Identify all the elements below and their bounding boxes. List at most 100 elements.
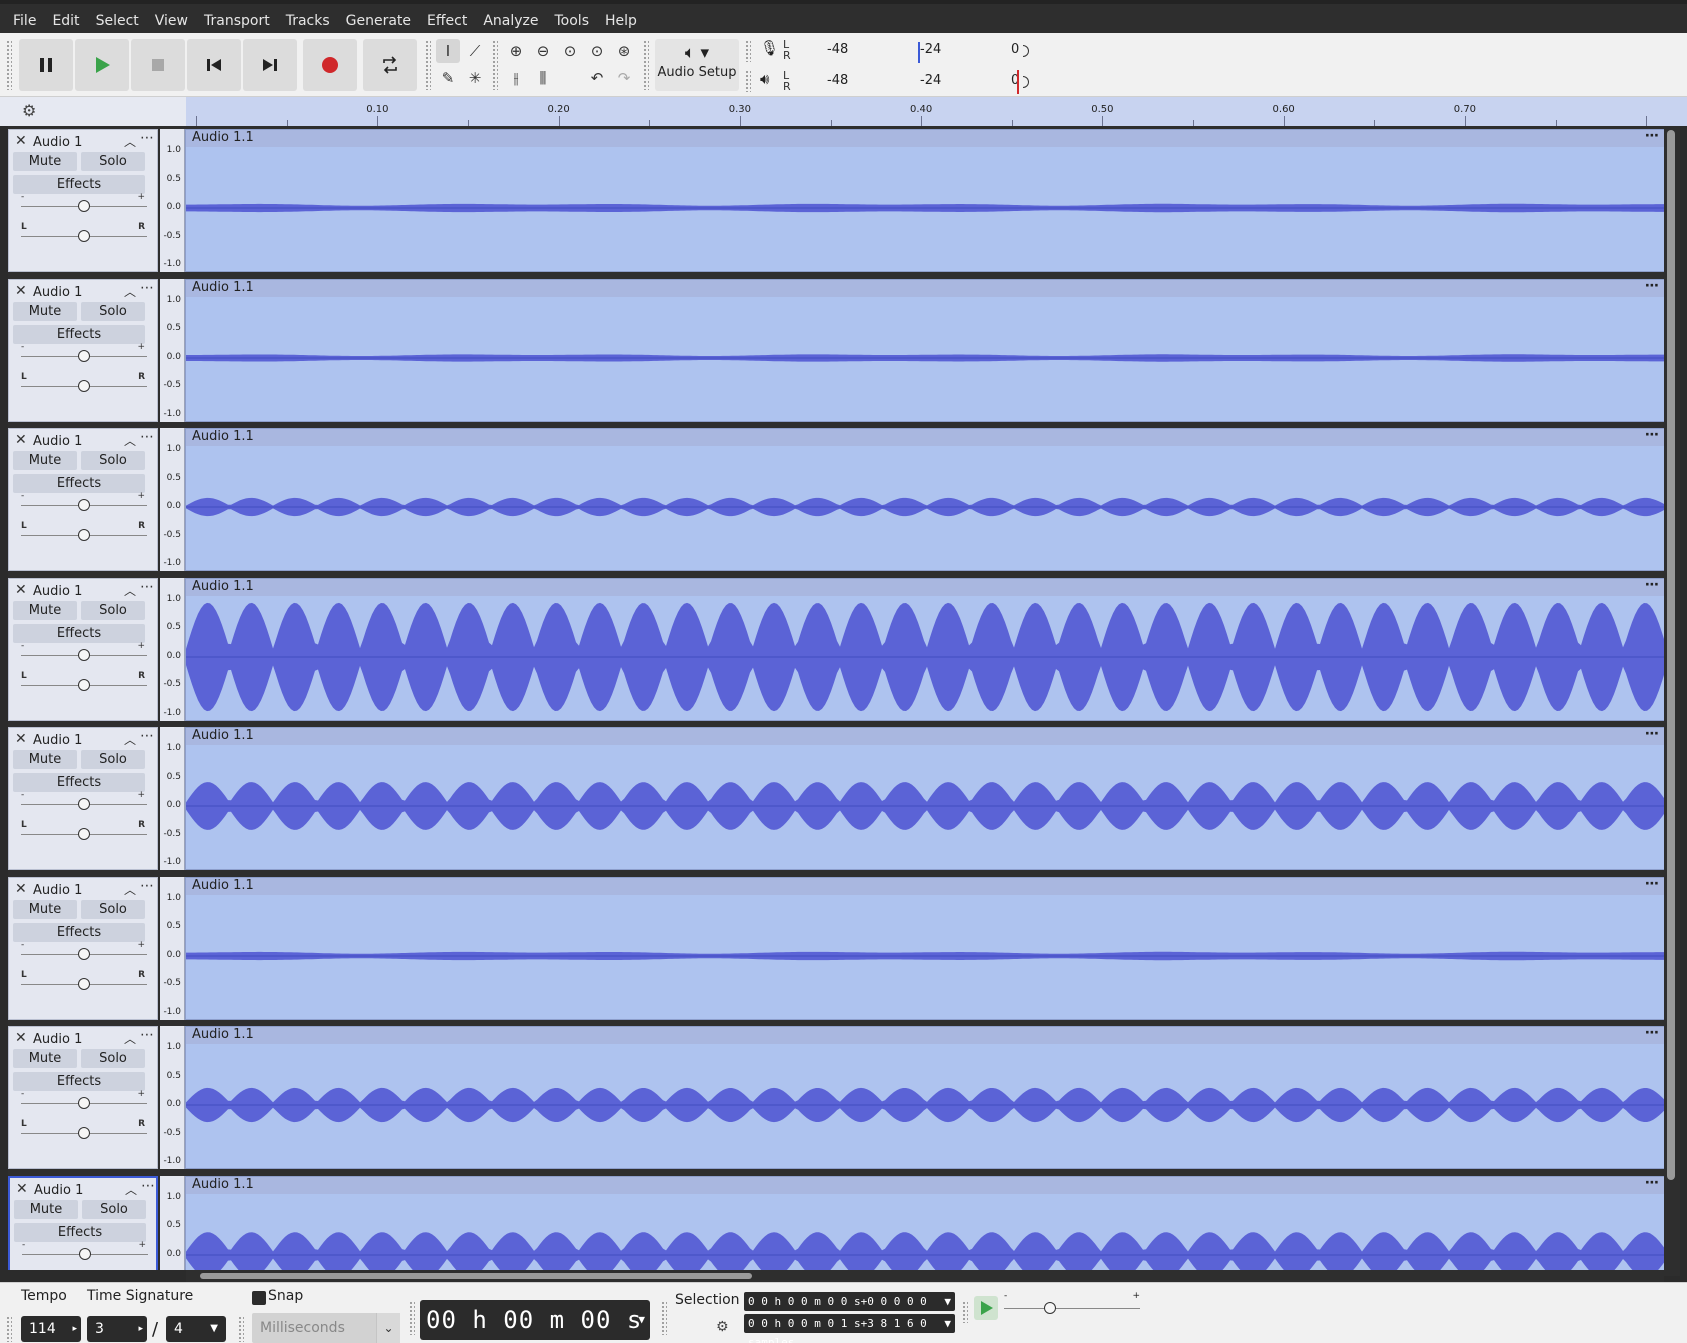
solo-button[interactable]: Solo [82,1199,146,1219]
zoom-toggle-icon[interactable]: ⊛ [612,39,636,63]
toolbar-grip[interactable] [492,40,498,90]
collapse-icon[interactable]: ︿ [124,1030,136,1047]
close-icon[interactable]: ✕ [15,881,27,897]
gain-slider[interactable]: - + [21,491,147,512]
toolbar-grip[interactable] [745,40,751,62]
toolbar-grip[interactable] [745,70,751,92]
gain-slider[interactable]: - + [22,1240,148,1261]
audio-setup-button[interactable]: 🔈︎ ▾ Audio Setup [655,39,739,91]
slider-knob[interactable] [78,349,90,362]
slider-knob[interactable] [78,828,90,840]
mute-button[interactable]: Mute [14,1199,78,1219]
audio-clip[interactable]: Audio 1.1 ⋯ [185,1025,1668,1169]
track-name[interactable]: Audio 1 [33,1032,82,1047]
toolbar-grip[interactable] [425,40,431,90]
pan-slider[interactable]: L R [21,820,147,841]
pan-slider[interactable]: L R [21,970,147,991]
menu-item-transport[interactable]: Transport [196,6,278,36]
fit-selection-icon[interactable]: ⊙ [558,39,582,63]
track-name[interactable]: Audio 1 [33,584,82,599]
slider-knob[interactable] [78,678,90,691]
audio-clip[interactable]: Audio 1.1 ⋯ [185,876,1668,1020]
slider-knob[interactable] [78,529,90,541]
scroll-thumb[interactable] [200,1273,752,1279]
close-icon[interactable]: ✕ [15,133,27,149]
trim-outside-icon[interactable]: ⫲ [504,66,528,90]
slider-knob[interactable] [78,977,90,990]
playback-meter[interactable]: -48 -24 0 [795,70,1039,98]
undo-icon[interactable]: ↶ [585,66,609,90]
gain-slider[interactable]: - + [21,940,147,961]
gear-icon[interactable]: ⚙ [716,1319,729,1335]
zoom-out-icon[interactable]: ⊖ [531,39,555,63]
envelope-tool-icon[interactable]: ⟋ [463,39,487,63]
close-icon[interactable]: ✕ [15,1030,27,1046]
audio-clip[interactable]: Audio 1.1 ⋯ [185,726,1668,870]
menu-item-help[interactable]: Help [597,6,645,36]
audio-clip[interactable]: Audio 1.1 ⋯ [185,427,1668,571]
menu-item-view[interactable]: View [147,6,196,36]
track-menu-icon[interactable]: ⋯ [140,1027,155,1043]
track-name[interactable]: Audio 1 [33,434,82,449]
collapse-icon[interactable]: ︿ [124,283,136,300]
mute-button[interactable]: Mute [13,451,77,470]
pan-slider[interactable]: L R [21,372,147,393]
toolbar-grip[interactable] [238,1316,244,1342]
track-name[interactable]: Audio 1 [33,285,82,300]
slider-knob[interactable] [79,1247,91,1260]
clip-menu-icon[interactable]: ⋯ [1645,876,1659,892]
menu-item-tracks[interactable]: Tracks [278,6,338,36]
mute-button[interactable]: Mute [13,152,77,171]
slider-knob[interactable] [78,499,90,511]
solo-button[interactable]: Solo [81,899,145,919]
track-menu-icon[interactable]: ⋯ [141,1178,156,1194]
slider-knob[interactable] [78,200,90,212]
audio-clip[interactable]: Audio 1.1 ⋯ [185,128,1668,272]
time-display[interactable]: 00 h 00 m 00 s ▼ [420,1300,650,1340]
track-control-panel[interactable]: ✕ Audio 1 ︿ ⋯ Mute Solo Effects - + L R [8,428,158,571]
loop-button[interactable] [363,39,417,91]
track-name[interactable]: Audio 1 [34,1183,83,1198]
collapse-icon[interactable]: ︿ [125,1181,137,1198]
timeline-ruler[interactable]: 0.10 0.20 0.30 0.40 0.50 0.60 0.70 [186,97,1687,126]
ts-numerator-input[interactable]: 3 ▸ [87,1316,147,1342]
pan-slider[interactable]: L R [21,1119,147,1140]
mute-button[interactable]: Mute [13,750,77,769]
clip-header[interactable]: Audio 1.1 ⋯ [186,1025,1667,1044]
toolbar-grip[interactable] [661,1301,667,1335]
fit-project-icon[interactable]: ⊙ [585,39,609,63]
track-menu-icon[interactable]: ⋯ [140,130,155,146]
skip-to-start-button[interactable] [187,39,241,91]
play-speed-slider[interactable]: - + [1004,1291,1140,1321]
toolbar-grip[interactable] [409,1301,415,1335]
solo-button[interactable]: Solo [81,750,145,769]
pan-slider[interactable]: L R [21,521,147,542]
clip-header[interactable]: Audio 1.1 ⋯ [186,1175,1667,1194]
slider-knob[interactable] [78,230,90,242]
selection-start-field[interactable]: 0 0 h 0 0 m 0 0 s+0 0 0 0 0 samples▼ [744,1292,955,1327]
collapse-icon[interactable]: ︿ [124,731,136,748]
toolbar-grip[interactable] [6,1316,12,1342]
gain-slider[interactable]: - + [21,790,147,811]
close-icon[interactable]: ✕ [15,432,27,448]
mute-button[interactable]: Mute [13,600,77,620]
effects-button[interactable]: Effects [13,623,145,643]
play-at-speed-button[interactable] [974,1296,998,1320]
effects-button[interactable]: Effects [13,324,145,344]
slider-knob[interactable] [78,1127,90,1139]
stop-button[interactable] [131,39,185,91]
gear-icon[interactable]: ⚙ [22,101,36,120]
solo-button[interactable]: Solo [81,301,145,321]
vertical-scrollbar[interactable] [1664,126,1680,1276]
zoom-in-icon[interactable]: ⊕ [504,39,528,63]
selection-end-field[interactable]: 0 0 h 0 0 m 0 1 s+3 8 1 6 0 samples ▼ [744,1314,955,1343]
clip-menu-icon[interactable]: ⋯ [1645,726,1659,742]
collapse-icon[interactable]: ︿ [124,881,136,898]
solo-button[interactable]: Solo [81,451,145,470]
solo-button[interactable]: Solo [81,152,145,171]
effects-button[interactable]: Effects [13,1072,145,1091]
slider-knob[interactable] [78,947,90,960]
close-icon[interactable]: ✕ [15,582,27,598]
clip-header[interactable]: Audio 1.1 ⋯ [186,726,1667,745]
effects-button[interactable]: Effects [13,175,145,194]
